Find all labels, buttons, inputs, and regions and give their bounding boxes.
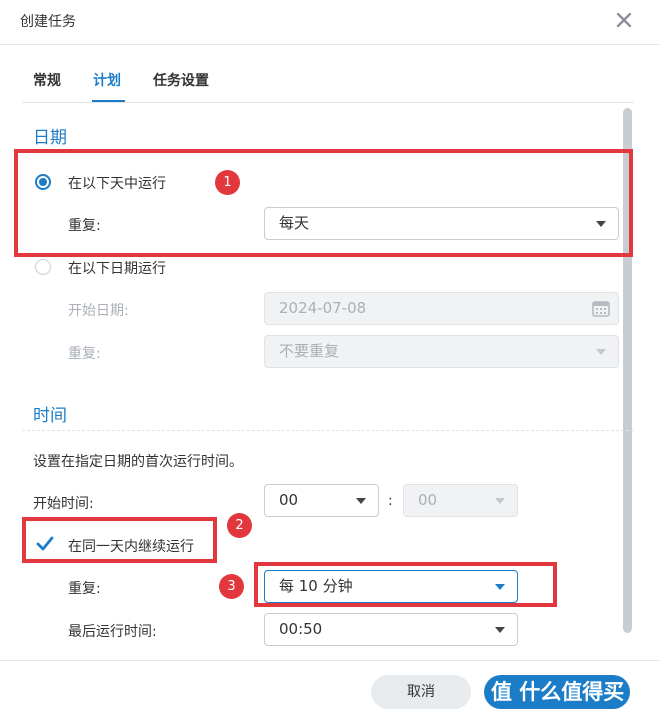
date-section-heading: 日期 (33, 128, 67, 148)
tab-task-settings[interactable]: 任务设置 (153, 70, 209, 90)
dialog-title: 创建任务 (20, 14, 76, 30)
time-section-heading: 时间 (33, 406, 67, 426)
repeat2-select: 不要重复 (264, 335, 619, 368)
repeat2-select-value: 不要重复 (279, 342, 340, 360)
radio-run-on-date-label[interactable]: 在以下日期运行 (68, 258, 166, 278)
time-colon: : (388, 493, 393, 509)
tab-general[interactable]: 常规 (33, 70, 61, 90)
section-divider (22, 430, 634, 431)
annotation-badge-1: 1 (215, 170, 240, 195)
start-date-label: 开始日期: (68, 303, 129, 319)
watermark-text: 值 什么值得买 (491, 680, 625, 704)
tab-divider (22, 102, 634, 103)
active-tab-indicator (92, 100, 125, 102)
start-time-label: 开始时间: (33, 496, 94, 512)
repeat-interval-label: 重复: (68, 581, 101, 597)
last-run-label: 最后运行时间: (68, 624, 157, 640)
annotation-box-1 (14, 149, 633, 257)
hour-select-value: 00 (279, 491, 299, 509)
annotation-box-3 (254, 562, 557, 607)
close-icon[interactable] (613, 9, 635, 31)
last-run-select[interactable]: 00:50 (264, 613, 518, 646)
repeat2-label: 重复: (68, 346, 101, 362)
chevron-down-icon (495, 498, 505, 504)
radio-run-on-date[interactable] (35, 259, 51, 275)
minute-select-value: 00 (418, 491, 438, 509)
footer-divider (0, 660, 660, 661)
start-date-field: 2024-07-08 (264, 292, 619, 325)
chevron-down-icon (596, 349, 606, 355)
minute-select: 00 (403, 484, 518, 517)
annotation-badge-2: 2 (227, 513, 252, 538)
calendar-icon (592, 301, 610, 317)
hour-select[interactable]: 00 (264, 484, 379, 517)
chevron-down-icon (495, 627, 505, 633)
title-divider (0, 44, 660, 45)
annotation-box-2 (22, 517, 217, 563)
chevron-down-icon (356, 498, 366, 504)
start-date-value: 2024-07-08 (279, 299, 367, 317)
annotation-badge-3: 3 (219, 574, 244, 599)
time-description: 设置在指定日期的首次运行时间。 (33, 454, 243, 470)
cancel-button[interactable]: 取消 (371, 675, 471, 709)
last-run-value: 00:50 (279, 620, 323, 638)
tab-schedule[interactable]: 计划 (93, 70, 121, 90)
